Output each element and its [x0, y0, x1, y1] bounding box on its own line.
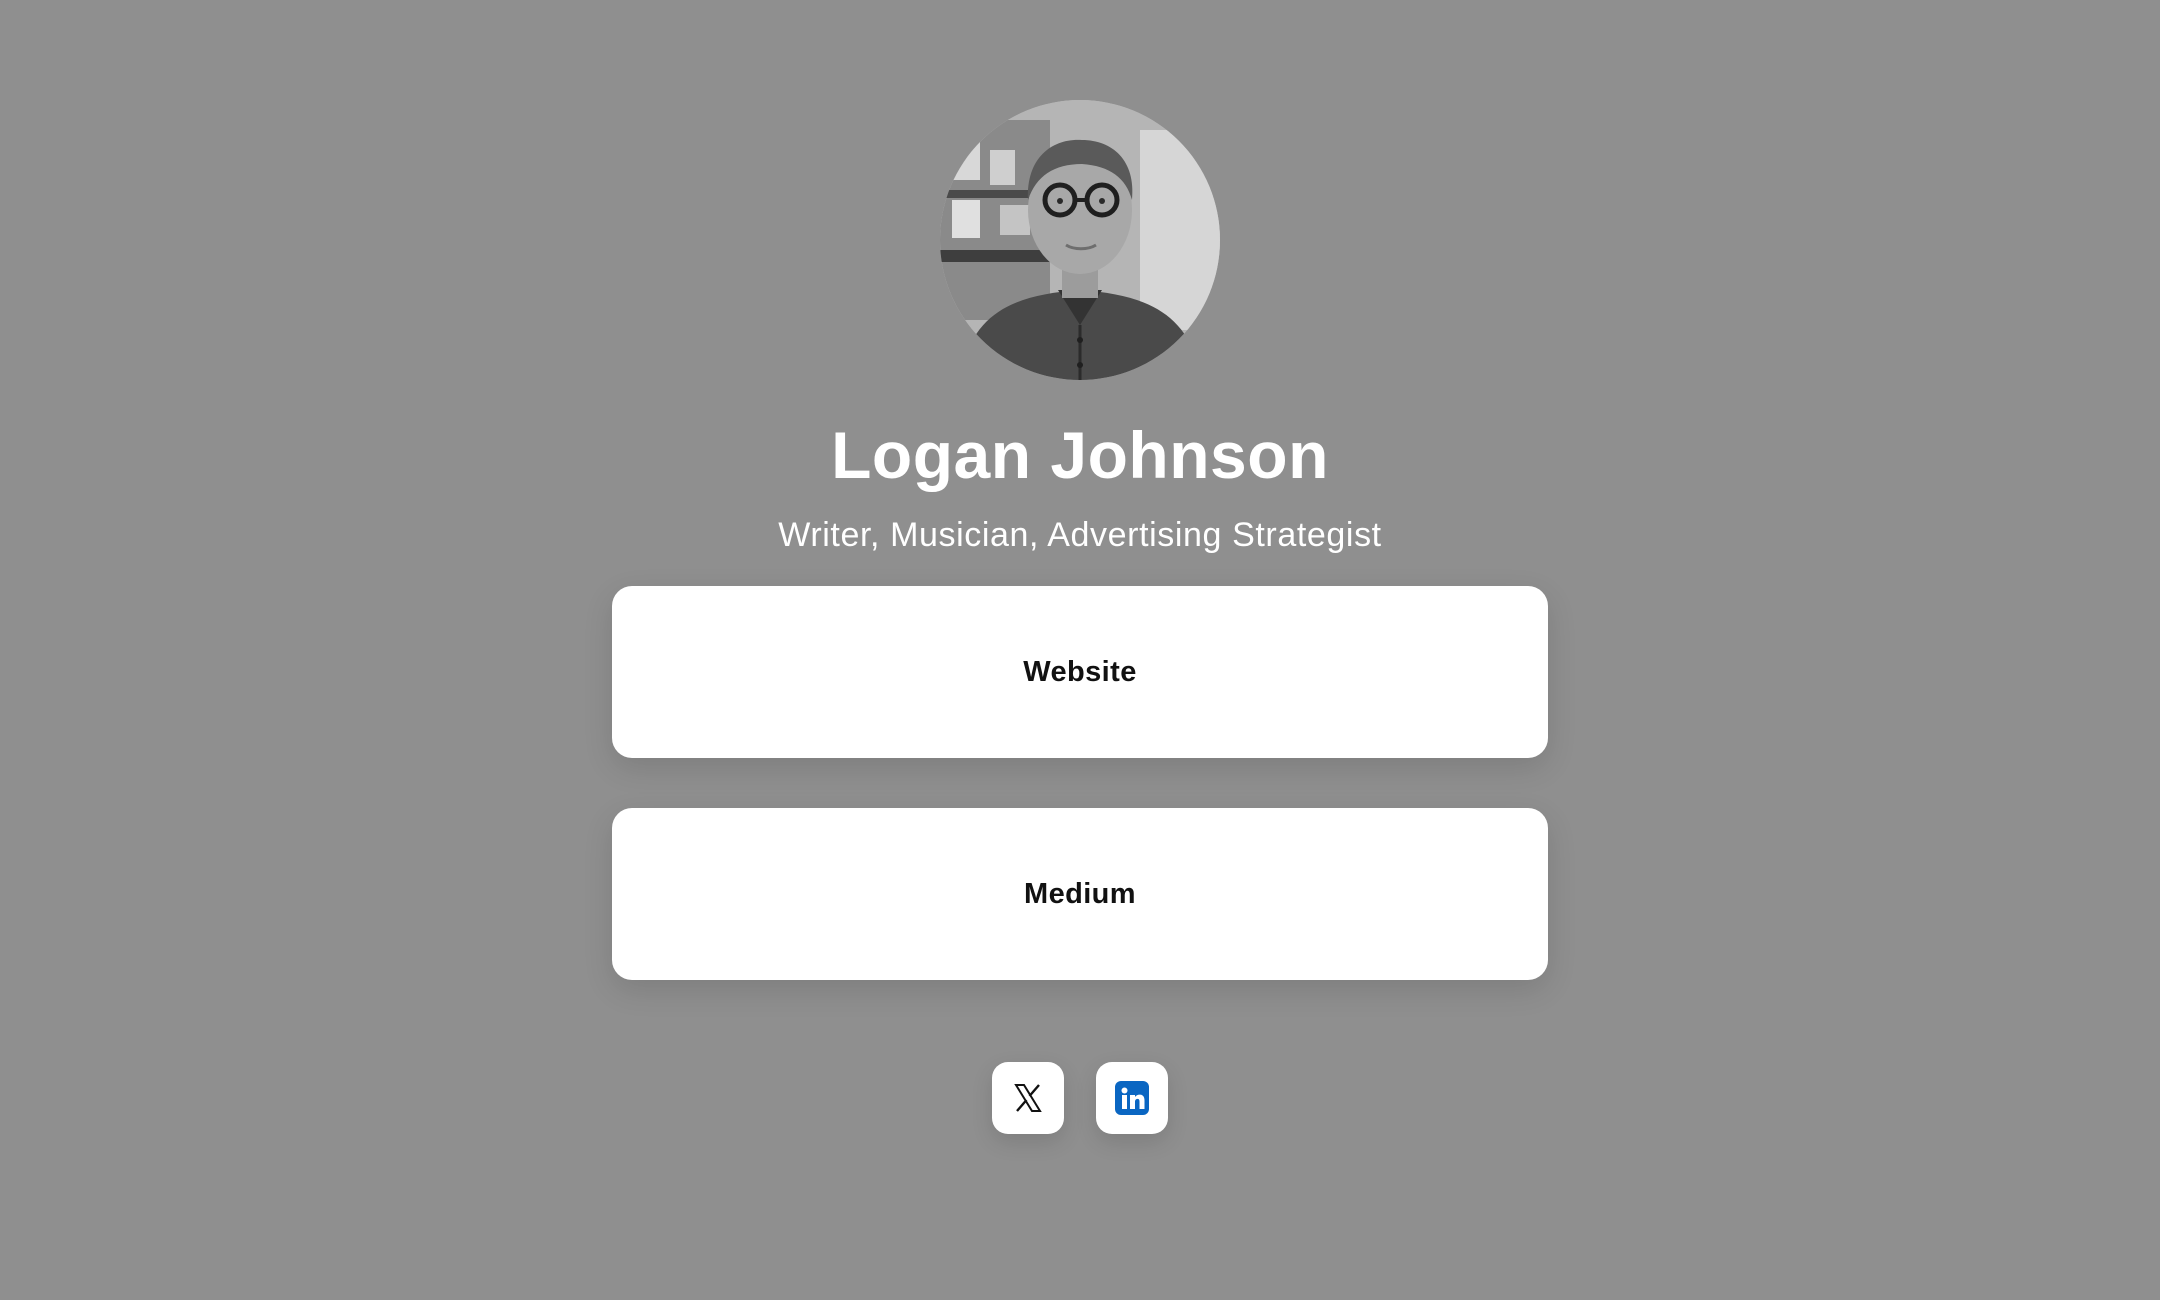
x-icon	[1014, 1084, 1042, 1112]
medium-link-button[interactable]: Medium	[612, 808, 1548, 980]
x-social-button[interactable]	[992, 1062, 1064, 1134]
website-link-button[interactable]: Website	[612, 586, 1548, 758]
medium-link-label: Medium	[1024, 877, 1136, 910]
avatar	[940, 100, 1220, 380]
profile-page: Logan Johnson Writer, Musician, Advertis…	[0, 0, 2160, 1300]
linkedin-icon	[1115, 1081, 1149, 1115]
profile-name: Logan Johnson	[831, 418, 1329, 492]
linkedin-social-button[interactable]	[1096, 1062, 1168, 1134]
website-link-label: Website	[1023, 655, 1137, 688]
profile-tagline: Writer, Musician, Advertising Strategist	[778, 516, 1382, 554]
avatar-photo	[940, 100, 1220, 380]
